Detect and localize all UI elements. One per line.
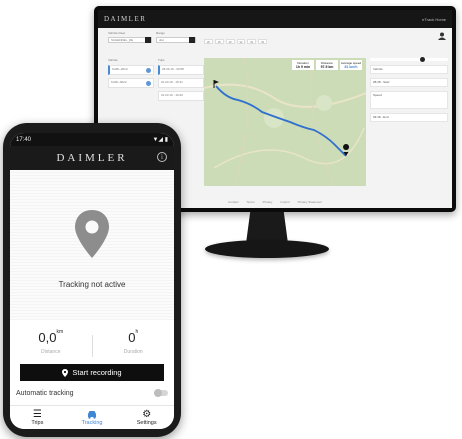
desktop-logo: DAIMLER [104,15,147,23]
timeline-slider[interactable] [370,57,448,62]
vehicle-name: KARL-0022 [111,80,127,84]
detail-label: 08:38 - Start [373,80,390,84]
list-item[interactable]: KARL-0022 [108,78,154,88]
distance-label: Distance [41,349,61,355]
filter-range[interactable]: Range dist [156,31,196,43]
fleet-select-value: SCHENDEL_DE [111,38,134,42]
phone-screen: 17:40 ▼◢ ▮ DAIMLER i Tracking not active… [10,133,174,429]
list-icon: ☰ [32,409,42,420]
trip-time: 01.03.19 - 16:20 [161,93,183,97]
trip-time: 01.03.19 - 16:31 [161,80,183,84]
map-canvas [204,58,366,186]
detail-row: 09:48 - End [370,113,448,122]
stat-speed: Average speed 81 km/h [340,60,362,70]
desktop-user-label[interactable]: eTrack Home [422,17,446,22]
tracking-status: Tracking not active [58,280,126,289]
select-button[interactable] [145,37,151,43]
weekday-chip[interactable]: W [258,39,268,44]
footer-link[interactable]: Privacy Statement [298,200,322,204]
automatic-tracking-toggle[interactable] [154,389,168,397]
automatic-tracking-row: Automatic tracking [16,387,168,399]
app-header: DAIMLER i [10,146,174,170]
trip-summary: 0,0km Distance 0h Duration [10,329,174,363]
vehicle-column: Vehicle KARL-2010 KARL-0022 [108,58,154,88]
duration-stat: 0h Duration [93,329,175,363]
range-select[interactable]: dist [156,37,196,43]
signal-icon: ▼◢ ▮ [152,137,168,143]
slider-handle[interactable] [420,57,425,62]
smartphone: 17:40 ▼◢ ▮ DAIMLER i Tracking not active… [3,123,181,437]
stat-distance: Distance 97.5 km [316,60,338,70]
column-header: Trips [158,58,165,62]
stat-value: 97.5 km [320,65,334,69]
footer-link[interactable]: Contact [228,200,238,204]
column-header: Vehicle [108,58,118,62]
weekday-chip[interactable]: W [204,39,213,44]
footer-link[interactable]: Terms [246,200,254,204]
range-select-value: dist [159,38,164,42]
detail-row: Speed [370,91,448,109]
trip-time: 28.06.19 - 09:58 [162,67,184,71]
tracking-panel: Tracking not active [10,170,174,320]
route-map[interactable]: Duration 1h 9 min Distance 97.5 km Average… [204,58,366,186]
bottom-tab-bar: ☰ Trips Tracking ⚙ Settings [10,405,174,429]
filter-label: Vehicle Fleet [108,31,126,35]
status-dot [146,68,151,73]
profile-icon[interactable] [438,32,446,41]
stat-value: 81 km/h [344,65,358,69]
fleet-select[interactable]: SCHENDEL_DE [108,37,152,43]
filter-vehicle-fleet[interactable]: Vehicle Fleet SCHENDEL_DE [108,31,152,43]
stat-duration: Duration 1h 9 min [292,60,314,70]
start-recording-label: Start recording [72,368,122,377]
location-pin-icon [75,210,109,258]
select-button[interactable] [189,37,195,43]
duration-unit: h [135,329,139,335]
automatic-tracking-label: Automatic tracking [16,389,74,397]
start-recording-button[interactable]: Start recording [20,364,164,381]
trip-details: Vehicle 08:38 - Start Speed 09:48 - End [370,57,448,186]
detail-label: Vehicle [373,67,383,71]
tab-settings[interactable]: ⚙ Settings [119,406,174,429]
info-icon[interactable]: i [157,152,167,162]
tab-label: Trips [31,420,44,426]
detail-row: Vehicle [370,65,448,74]
status-dot [146,81,151,86]
weekday-chip[interactable]: W [225,39,235,44]
app-logo: DAIMLER [56,152,128,164]
detail-label: Speed [373,93,382,97]
tab-label: Tracking [81,420,103,426]
footer-link[interactable]: Privacy [263,200,273,204]
list-item[interactable]: 01.03.19 - 16:20 [158,91,204,101]
detail-label: 09:48 - End [373,115,389,119]
list-item[interactable]: KARL-2010 [108,65,154,75]
distance-unit: km [56,329,64,335]
car-icon [65,409,120,420]
distance-value: 0,0 [38,330,57,345]
tab-tracking[interactable]: Tracking [65,406,120,429]
list-item[interactable]: 01.03.19 - 16:31 [158,78,204,88]
trips-column: Trips 28.06.19 - 09:58 01.03.19 - 16:31 … [158,58,204,101]
trip-stats: Duration 1h 9 min Distance 97.5 km Average… [292,60,362,70]
monitor-stand-base [205,240,329,258]
gear-icon: ⚙ [142,409,152,420]
weekday-chip[interactable]: W [214,39,224,44]
desktop-header: DAIMLER eTrack Home [98,10,452,28]
duration-label: Duration [123,349,143,355]
tab-label: Settings [136,420,157,426]
status-time: 17:40 [16,136,32,143]
pin-icon [62,368,69,377]
weekday-chip[interactable]: W [236,39,246,44]
detail-row: 08:38 - Start [370,78,448,87]
weekday-chip[interactable]: W [247,39,257,44]
filter-weekdays: W W W W W W [204,31,304,44]
distance-stat: 0,0km Distance [10,329,92,363]
vehicle-name: KARL-2010 [112,67,128,71]
filter-label: Range [156,31,165,35]
list-item[interactable]: 28.06.19 - 09:58 [158,65,204,75]
stat-value: 1h 9 min [295,65,311,69]
desktop-filter-bar: Vehicle Fleet SCHENDEL_DE Range dist W W… [108,31,446,53]
tab-trips[interactable]: ☰ Trips [10,406,65,429]
status-bar: 17:40 ▼◢ ▮ [10,133,174,146]
footer-link[interactable]: Imprint [280,200,289,204]
